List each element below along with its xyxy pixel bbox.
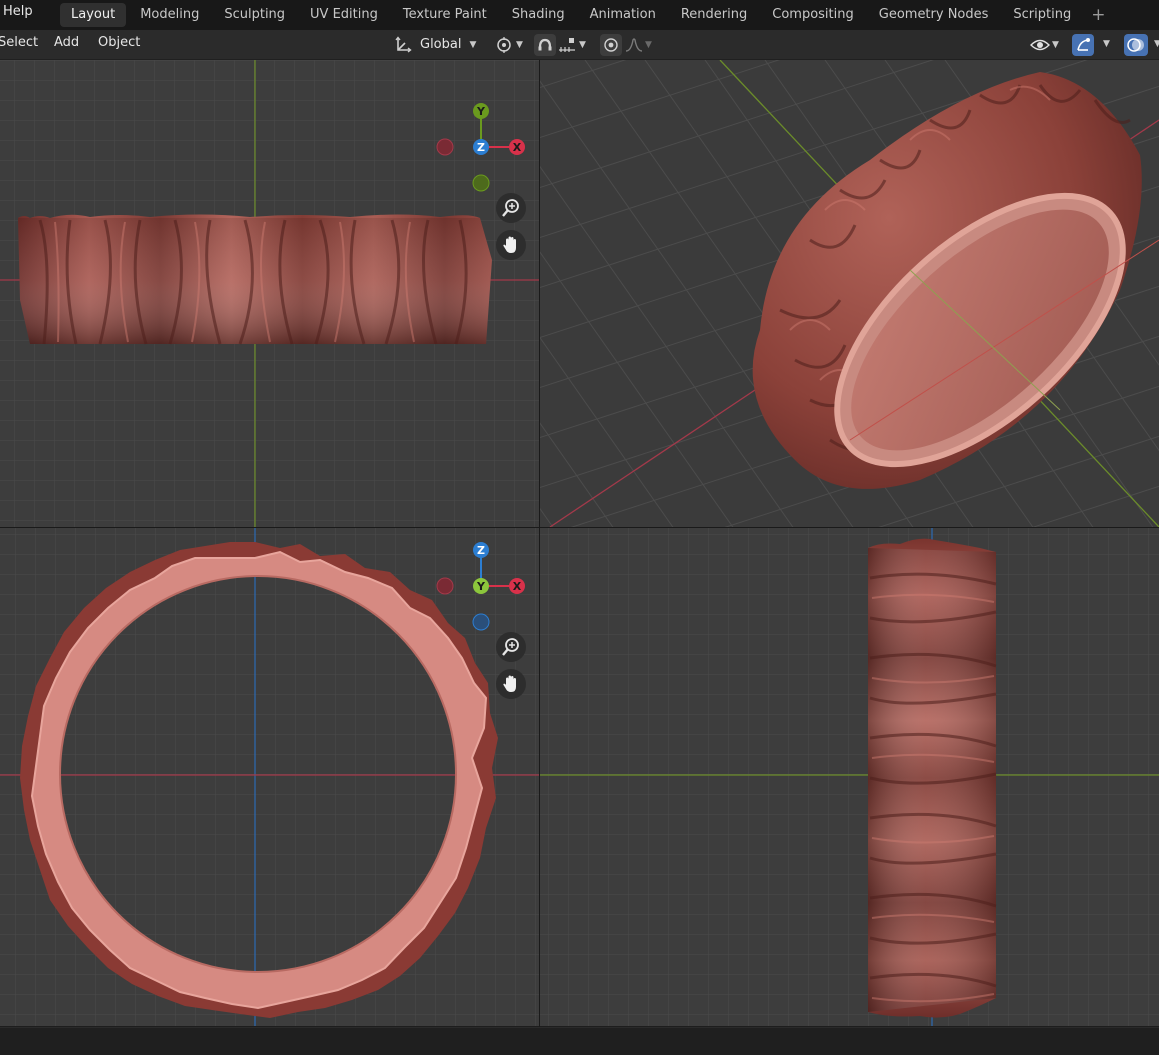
tab-compositing[interactable]: Compositing [761,3,865,27]
add-menu[interactable]: Add [54,35,79,50]
snap-toggle[interactable] [534,34,556,56]
top-menu-bar: Help Layout Modeling Sculpting UV Editin… [0,0,1159,30]
ring-front-view: Y Z X [0,60,539,527]
pan-hand-icon [501,674,521,694]
gizmo-toggle[interactable] [1072,34,1094,56]
tab-animation[interactable]: Animation [579,3,667,27]
gizmo-y-label[interactable]: Y [476,105,486,118]
tab-geometry-nodes[interactable]: Geometry Nodes [868,3,1000,27]
viewport-divider-horizontal[interactable] [0,527,1159,528]
tab-texture-paint[interactable]: Texture Paint [392,3,498,27]
tab-layout[interactable]: Layout [60,3,127,27]
pan-button[interactable] [496,230,526,260]
overlay-dropdown[interactable]: ▼ [1154,39,1159,49]
zoom-icon [501,637,521,657]
status-bar [0,1027,1159,1055]
add-workspace-button[interactable]: + [1085,3,1111,27]
visibility-eye-icon [1030,37,1050,53]
gizmo-z-label[interactable]: Z [477,141,485,154]
falloff-dropdown[interactable]: ▼ [625,33,659,56]
gizmo-dropdown[interactable]: ▼ [1103,39,1110,49]
viewport-top-left[interactable]: Y Z X [0,60,539,527]
visibility-dropdown[interactable]: ▼ [1030,33,1066,56]
tab-shading[interactable]: Shading [501,3,576,27]
ring-side-view [540,528,1159,1026]
snap-target-dropdown[interactable]: ▼ [557,33,595,56]
tab-scripting[interactable]: Scripting [1002,3,1082,27]
snap-icon [537,37,553,53]
tab-rendering[interactable]: Rendering [670,3,758,27]
help-menu[interactable]: Help [3,4,33,19]
gizmo-x-label[interactable]: X [513,141,522,154]
proportional-editing-icon [603,37,619,53]
tab-sculpting[interactable]: Sculpting [213,3,296,27]
falloff-curve-icon [625,37,643,53]
pivot-point-dropdown[interactable]: ▼ [494,33,528,56]
pan-button[interactable] [496,669,526,699]
viewport-bottom-left[interactable]: Z Y X [0,528,539,1026]
zoom-button[interactable] [496,193,526,223]
viewport-bottom-right[interactable] [540,528,1159,1026]
snap-increment-icon [557,36,577,54]
zoom-icon [501,198,521,218]
pan-hand-icon [501,235,521,255]
select-menu[interactable]: Select [0,35,38,50]
viewport-header: Select Add Object Global ▼ ▼ ▼ ▼ ▼ ▼ ▼ [0,30,1159,60]
transform-orientation-dropdown[interactable]: Global ▼ [392,33,486,56]
pivot-point-icon [494,35,514,55]
ring-perspective-view [540,60,1159,527]
viewport-divider-vertical[interactable] [539,60,540,1027]
gizmo-x-label[interactable]: X [513,580,522,593]
transform-orientation-icon [392,34,414,56]
overlay-toggle[interactable] [1124,34,1148,56]
tab-modeling[interactable]: Modeling [129,3,210,27]
gizmo-y-label[interactable]: Y [476,580,486,593]
object-menu[interactable]: Object [98,35,140,50]
transform-orientation-label: Global [420,37,462,52]
ring-top-view: Z Y X [0,528,539,1026]
tab-uv-editing[interactable]: UV Editing [299,3,389,27]
overlay-icon [1127,37,1145,53]
gizmo-toggle-icon [1075,37,1091,53]
proportional-editing-toggle[interactable] [600,34,622,56]
workspace-tabs: Layout Modeling Sculpting UV Editing Tex… [60,3,1111,27]
gizmo-z-label[interactable]: Z [477,544,485,557]
viewport-top-right[interactable] [540,60,1159,527]
zoom-button[interactable] [496,632,526,662]
